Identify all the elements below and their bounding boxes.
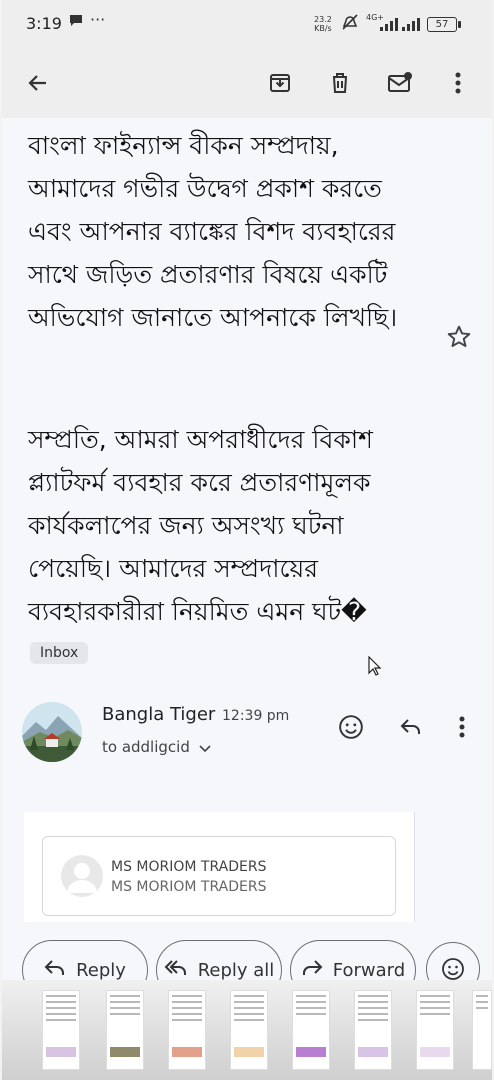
- reply-all-icon: [164, 959, 188, 982]
- forward-icon: [301, 959, 323, 982]
- emoji-react-icon[interactable]: [336, 712, 366, 742]
- message-paragraph-1: বাংলা ফাইন্যান্স বীকন সম্প্রদায়, আমাদের…: [28, 131, 398, 332]
- mouse-cursor-icon: [368, 655, 382, 680]
- inbox-label[interactable]: Inbox: [30, 642, 89, 664]
- message-paragraph-2: সম্প্রতি, আমরা অপরাধীদের বিকাশ প্ল্যাটফর…: [28, 425, 373, 626]
- reply-icon[interactable]: [396, 712, 426, 742]
- net-speed-value: 23.2: [314, 15, 332, 24]
- reply-button-label: Reply: [76, 959, 126, 981]
- preview-card: MS MORIOM TRADERS MS MORIOM TRADERS: [42, 836, 396, 916]
- recent-thumbnail[interactable]: [106, 990, 144, 1070]
- sender-name: Bangla Tiger: [102, 704, 216, 725]
- sender-avatar[interactable]: [22, 702, 82, 762]
- email-toolbar: [2, 48, 492, 118]
- archive-icon[interactable]: [264, 67, 296, 99]
- status-bar: 3:19 ··· 23.2 KB/s 4G+ 57: [2, 0, 492, 48]
- mark-unread-icon[interactable]: [384, 67, 416, 99]
- message-more-vert-icon[interactable]: [447, 712, 477, 742]
- net-speed-unit: KB/s: [314, 24, 332, 33]
- recipient-details[interactable]: to addligcid: [102, 738, 211, 757]
- net-speed: 23.2 KB/s: [314, 15, 332, 33]
- star-icon[interactable]: [446, 324, 476, 354]
- status-time: 3:19: [26, 14, 62, 33]
- app-frame: 3:19 ··· 23.2 KB/s 4G+ 57 বাংলা ফাইন্যান…: [2, 0, 492, 1080]
- profile-placeholder-icon: [61, 855, 103, 897]
- recent-thumbnail[interactable]: [230, 990, 268, 1070]
- preview-title: MS MORIOM TRADERS: [111, 859, 267, 875]
- recent-thumbnail[interactable]: [416, 990, 454, 1070]
- more-horiz-icon: ···: [90, 10, 106, 29]
- reply-all-label: Reply all: [197, 959, 275, 981]
- sender-time: 12:39 pm: [222, 708, 290, 724]
- chevron-down-icon: [199, 739, 211, 757]
- recent-thumbnail[interactable]: [292, 990, 330, 1070]
- recent-thumbnail[interactable]: [354, 990, 392, 1070]
- recent-thumbnail[interactable]: [42, 990, 80, 1070]
- recipient-text: to addligcid: [102, 738, 190, 756]
- mute-icon: [340, 13, 360, 35]
- email-content: বাংলা ফাইন্যান্স বীকন সম্প্রদায়, আমাদের…: [2, 118, 492, 940]
- forward-label: Forward: [332, 959, 406, 981]
- preview-subtitle: MS MORIOM TRADERS: [111, 879, 267, 895]
- signal-icon-2: [402, 17, 420, 31]
- chat-bubble-icon: [68, 12, 84, 32]
- recent-apps-strip: [2, 980, 492, 1080]
- attachment-preview[interactable]: MS MORIOM TRADERS MS MORIOM TRADERS: [24, 812, 415, 922]
- more-vert-icon[interactable]: [442, 67, 474, 99]
- reply-button-icon: [44, 959, 66, 982]
- signal-icon: [380, 17, 398, 31]
- battery-icon: 57: [427, 17, 461, 32]
- recent-thumbnail[interactable]: [168, 990, 206, 1070]
- back-arrow-icon[interactable]: [22, 67, 54, 99]
- delete-icon[interactable]: [324, 67, 356, 99]
- recent-thumbnail[interactable]: [472, 990, 492, 1070]
